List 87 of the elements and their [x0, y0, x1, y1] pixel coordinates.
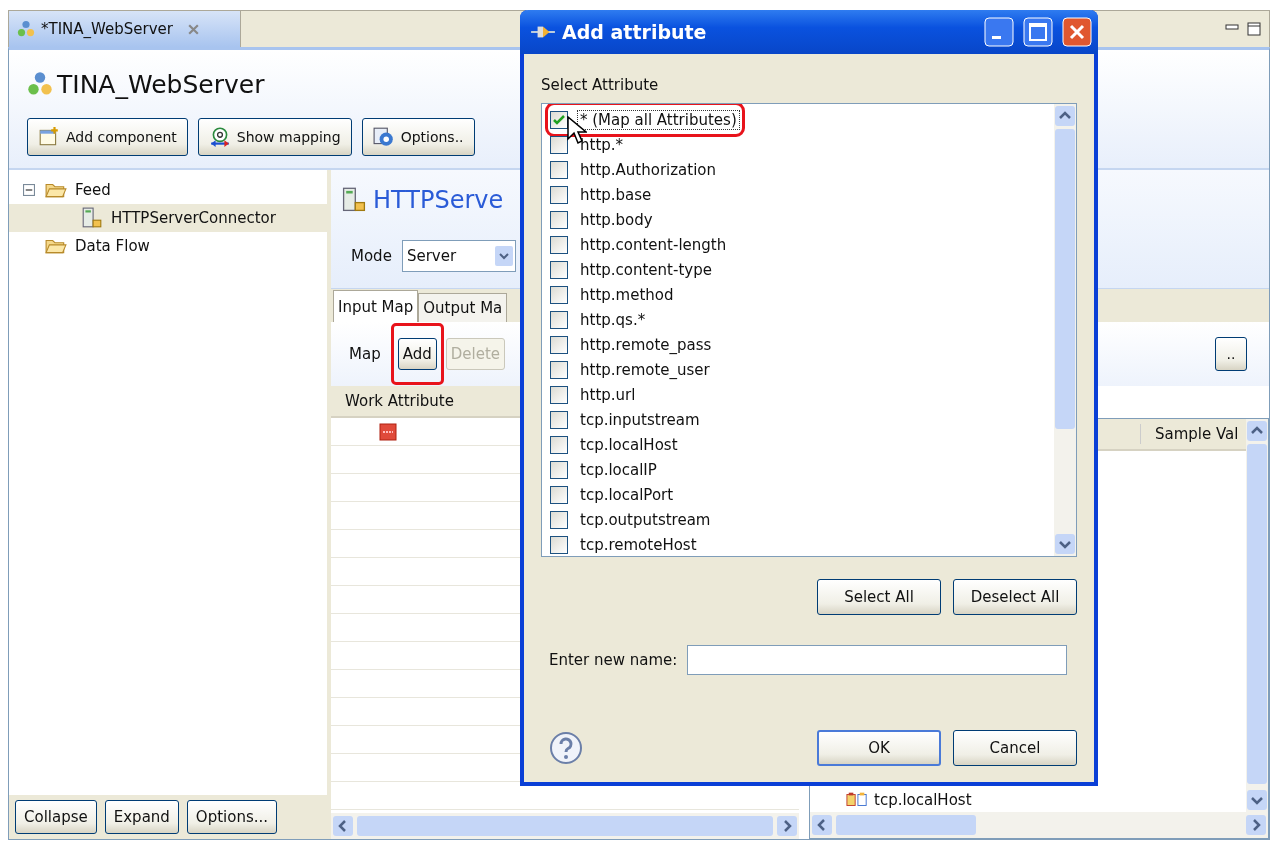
tree-item[interactable]: Feed [9, 176, 327, 204]
checkbox[interactable] [550, 260, 568, 279]
checkbox[interactable] [550, 460, 568, 479]
vertical-scrollbar[interactable] [1054, 104, 1076, 556]
checkbox[interactable] [550, 110, 568, 129]
attribute-item[interactable]: tcp.outputstream [550, 507, 714, 532]
checkbox[interactable] [550, 285, 568, 304]
map-button[interactable]: Add [397, 338, 437, 370]
component-title: HTTPServe [373, 186, 504, 214]
checkbox[interactable] [550, 410, 568, 429]
close-icon[interactable] [1062, 17, 1092, 47]
horizontal-scrollbar[interactable] [331, 813, 799, 839]
checkbox[interactable] [550, 310, 568, 329]
attribute-item[interactable]: http.qs.* [550, 307, 649, 332]
horizontal-scrollbar[interactable] [810, 812, 1268, 838]
attribute-item[interactable]: http.method [550, 282, 677, 307]
attribute-item[interactable]: tcp.inputstream [550, 407, 703, 432]
attribute-item[interactable]: http.content-length [550, 232, 730, 257]
attribute-item[interactable]: http.content-type [550, 257, 715, 282]
vertical-scrollbar[interactable] [1246, 419, 1268, 812]
checkbox[interactable] [550, 535, 568, 554]
minimize-icon[interactable] [984, 17, 1014, 47]
checkbox[interactable] [550, 510, 568, 529]
attribute-item[interactable]: tcp.remoteHost [550, 532, 700, 556]
attribute-item[interactable]: http.remote_pass [550, 332, 715, 357]
checkbox[interactable] [550, 160, 568, 179]
checkbox[interactable] [550, 135, 568, 154]
map-tab[interactable]: Output Ma [418, 293, 508, 322]
attribute-item[interactable]: http.url [550, 382, 639, 407]
dialog-title: Add attribute [562, 21, 707, 43]
attribute-item[interactable]: http.Authorization [550, 157, 720, 182]
checkbox[interactable] [550, 210, 568, 229]
attribute-item[interactable]: tcp.localIP [550, 457, 660, 482]
attribute-item[interactable]: http.remote_user [550, 357, 713, 382]
mode-dropdown[interactable]: Server [401, 240, 516, 272]
toolbar-button[interactable]: Show mapping [197, 118, 352, 156]
table-cell: tcp.localHost [874, 791, 972, 809]
checkbox[interactable] [550, 185, 568, 204]
scroll-up-icon[interactable] [1247, 421, 1267, 441]
scroll-left-icon[interactable] [812, 815, 832, 835]
checkbox[interactable] [550, 360, 568, 379]
attribute-item[interactable]: tcp.localPort [550, 482, 677, 507]
colored-balls-icon [17, 20, 35, 38]
mode-label: Mode [351, 247, 392, 265]
toolbar-button[interactable]: Options.. [361, 118, 475, 156]
dialog-button[interactable]: OK [817, 730, 941, 766]
editor-tab[interactable]: *TINA_WebServer [9, 11, 241, 47]
scroll-left-icon[interactable] [333, 816, 353, 836]
checkbox[interactable] [550, 335, 568, 354]
editor-title: TINA_WebServer [57, 69, 265, 99]
checkbox[interactable] [550, 235, 568, 254]
scroll-up-icon[interactable] [1055, 106, 1075, 126]
error-marker-icon [379, 423, 397, 441]
checkbox[interactable] [550, 435, 568, 454]
tree-item[interactable]: HTTPServerConnector [9, 204, 327, 232]
attribute-item[interactable]: http.base [550, 182, 655, 207]
editor-tab-title: *TINA_WebServer [41, 20, 173, 38]
tree-button[interactable]: Expand [104, 800, 179, 834]
name-label: Enter new name: [549, 651, 678, 669]
checkbox[interactable] [550, 485, 568, 504]
scroll-down-icon[interactable] [1247, 790, 1267, 810]
more-button[interactable]: .. [1215, 337, 1247, 371]
select-button[interactable]: Select All [817, 579, 941, 615]
new-window-icon [38, 126, 60, 148]
toolbar-button[interactable]: Add component [27, 118, 188, 156]
maximize-icon[interactable] [1247, 22, 1261, 36]
tree-item[interactable]: Data Flow [9, 232, 327, 260]
list-label: Select Attribute [541, 76, 660, 94]
attribute-item[interactable]: tcp.localHost [550, 432, 681, 457]
column-header[interactable]: Sample Val [1141, 425, 1239, 443]
scroll-down-icon[interactable] [1055, 534, 1075, 554]
name-input-field[interactable] [687, 645, 1067, 675]
attribute-item[interactable]: http.body [550, 207, 656, 232]
colored-balls-icon [27, 71, 53, 97]
help-icon[interactable] [549, 731, 583, 765]
collapse-toggle-icon[interactable] [23, 184, 35, 196]
tree-button[interactable]: Collapse [15, 800, 97, 834]
column-header[interactable]: Work Attribute [331, 392, 454, 410]
select-button[interactable]: Deselect All [953, 579, 1077, 615]
attribute-item[interactable]: http.* [550, 132, 627, 157]
dialog-button[interactable]: Cancel [953, 730, 1077, 766]
tree-button[interactable]: Options... [186, 800, 278, 834]
scroll-right-icon[interactable] [777, 816, 797, 836]
map-tab[interactable]: Input Map [333, 290, 419, 322]
scroll-right-icon[interactable] [1246, 815, 1266, 835]
checkbox[interactable] [550, 385, 568, 404]
map-label: Map [349, 345, 381, 363]
